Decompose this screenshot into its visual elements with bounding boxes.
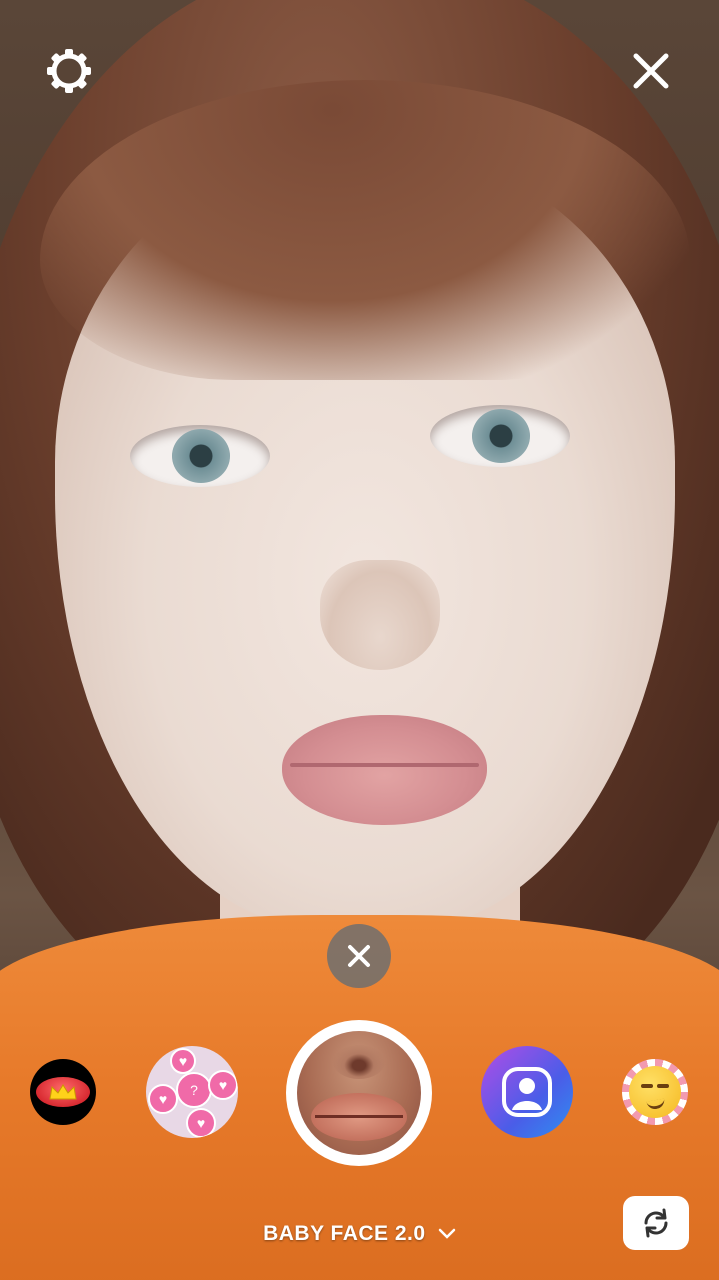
effect-red-lips-crown[interactable] xyxy=(30,1059,96,1125)
smirk-emoji-icon xyxy=(629,1066,681,1118)
flip-camera-button[interactable] xyxy=(623,1196,689,1250)
close-icon xyxy=(633,53,669,89)
effect-heart-balloons[interactable]: ♥ ♥ ? ♥ ♥ xyxy=(146,1046,238,1138)
nose xyxy=(320,560,440,670)
left-eye xyxy=(130,425,270,487)
effect-name-label: BABY FACE 2.0 xyxy=(263,1222,426,1245)
gear-icon xyxy=(47,49,91,93)
remove-effect-button[interactable] xyxy=(327,924,391,988)
close-button[interactable] xyxy=(624,44,678,98)
heart-icon: ♥ xyxy=(148,1084,178,1114)
effect-smirk-emoji[interactable] xyxy=(622,1059,688,1125)
lips xyxy=(282,715,487,825)
chevron-down-icon xyxy=(438,1229,456,1240)
crown-icon xyxy=(36,1077,90,1107)
heart-icon: ♥ xyxy=(208,1070,238,1100)
close-icon xyxy=(348,945,370,967)
right-eye xyxy=(430,405,570,467)
flip-camera-icon xyxy=(644,1208,668,1238)
effect-name-selector[interactable]: BABY FACE 2.0 xyxy=(0,1222,719,1246)
effect-avatar[interactable] xyxy=(481,1046,573,1138)
capture-button[interactable] xyxy=(286,1020,432,1166)
settings-button[interactable] xyxy=(42,44,96,98)
selected-effect-thumbnail xyxy=(297,1031,421,1155)
heart-icon: ♥ xyxy=(186,1108,216,1138)
avatar-icon xyxy=(502,1067,552,1117)
question-badge: ? xyxy=(176,1072,212,1108)
heart-icon: ♥ xyxy=(170,1048,196,1074)
